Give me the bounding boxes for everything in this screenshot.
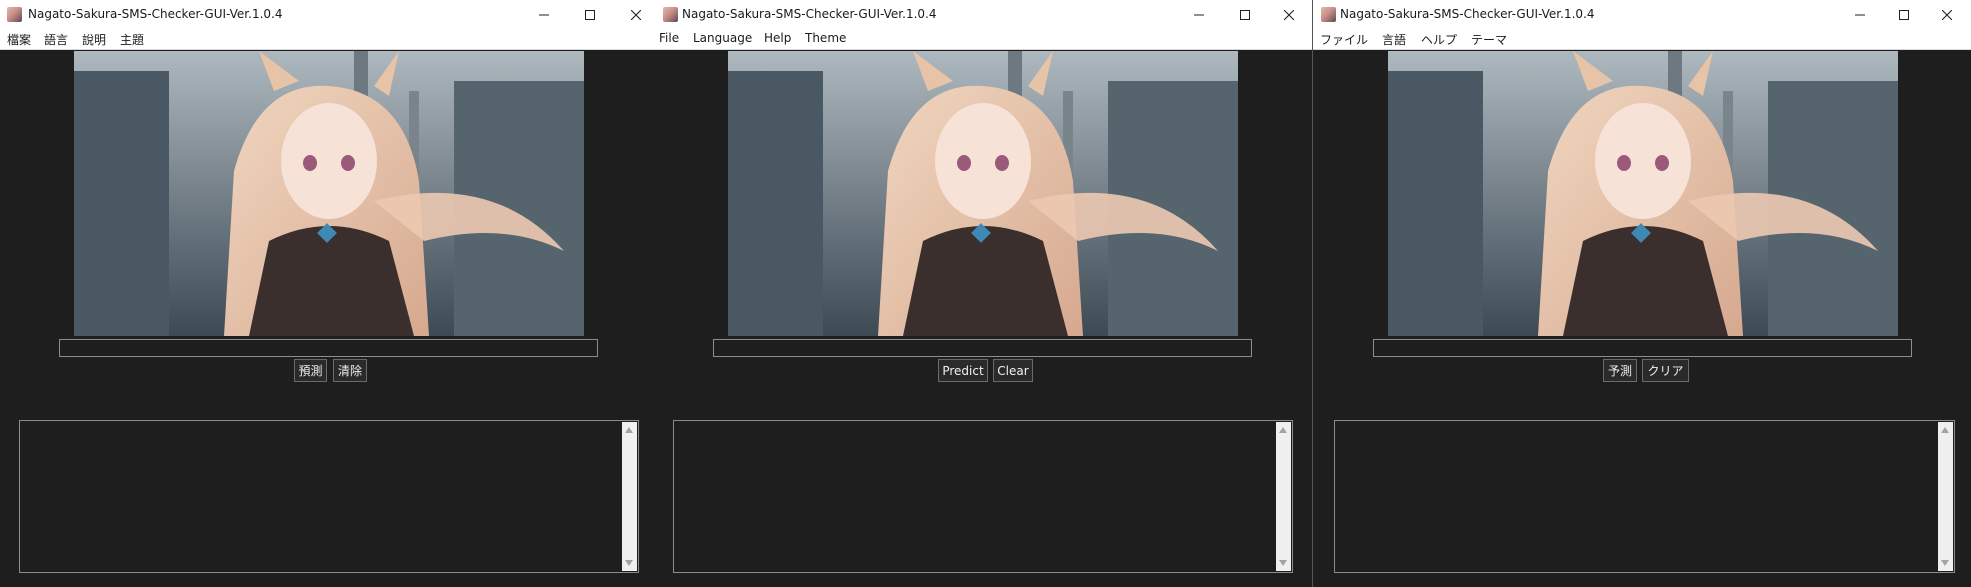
menu-help[interactable]: Help [764,31,791,45]
menu-theme[interactable]: テーマ [1471,31,1507,48]
minimize-button[interactable] [1176,0,1222,30]
clear-button[interactable]: クリア [1642,359,1689,382]
title-bar[interactable]: Nagato-Sakura-SMS-Checker-GUI-Ver.1.0.4 [1313,0,1971,30]
menu-theme[interactable]: 主題 [120,31,144,48]
close-button[interactable] [1266,0,1312,30]
clear-button[interactable]: Clear [993,359,1033,382]
minimize-icon [1194,14,1204,16]
menu-file[interactable]: 檔案 [7,31,31,48]
clear-button[interactable]: 清除 [333,359,367,382]
close-button[interactable] [1924,0,1970,30]
close-button[interactable] [613,0,655,30]
character-banner-image [74,51,584,336]
app-icon [663,7,678,22]
menu-bar: File Language Help Theme [655,30,1312,50]
menu-help[interactable]: ヘルプ [1421,31,1457,48]
minimize-icon [1855,14,1865,16]
close-icon [631,10,641,20]
window-title: Nagato-Sakura-SMS-Checker-GUI-Ver.1.0.4 [1340,7,1595,21]
scroll-up-icon[interactable] [1279,427,1287,433]
sms-input-field[interactable] [1373,339,1912,357]
character-banner-image [728,51,1238,336]
vertical-scrollbar[interactable] [1938,422,1953,571]
menu-language[interactable]: 語言 [44,31,68,48]
vertical-scrollbar[interactable] [1276,422,1291,571]
menu-language[interactable]: 言語 [1382,31,1406,48]
window-title: Nagato-Sakura-SMS-Checker-GUI-Ver.1.0.4 [28,7,283,21]
scroll-down-icon[interactable] [1941,560,1949,566]
vertical-scrollbar[interactable] [622,422,637,571]
title-bar[interactable]: Nagato-Sakura-SMS-Checker-GUI-Ver.1.0.4 [655,0,1312,30]
result-textarea[interactable] [673,420,1293,573]
window-title: Nagato-Sakura-SMS-Checker-GUI-Ver.1.0.4 [682,7,937,21]
maximize-button[interactable] [567,0,613,30]
scroll-up-icon[interactable] [625,427,633,433]
scroll-up-icon[interactable] [1941,427,1949,433]
maximize-button[interactable] [1222,0,1268,30]
sms-input-field[interactable] [59,339,598,357]
title-bar[interactable]: Nagato-Sakura-SMS-Checker-GUI-Ver.1.0.4 [0,0,655,30]
minimize-button[interactable] [1837,0,1883,30]
menu-help[interactable]: 說明 [82,31,106,48]
menu-bar: 檔案 語言 說明 主題 [0,30,655,50]
app-window-en: Nagato-Sakura-SMS-Checker-GUI-Ver.1.0.4 … [655,0,1312,587]
predict-button[interactable]: 予測 [1603,359,1637,382]
banner-illustration [728,51,1238,336]
scroll-down-icon[interactable] [1279,560,1287,566]
result-textarea[interactable] [1334,420,1955,573]
app-window-ja: Nagato-Sakura-SMS-Checker-GUI-Ver.1.0.4 … [1313,0,1971,587]
app-icon [7,7,22,22]
menu-file[interactable]: ファイル [1320,31,1368,48]
predict-button[interactable]: 預測 [294,359,327,382]
menu-file[interactable]: File [659,31,679,45]
menu-language[interactable]: Language [693,31,752,45]
maximize-icon [1899,10,1909,20]
minimize-icon [539,14,549,16]
minimize-button[interactable] [521,0,567,30]
maximize-icon [585,10,595,20]
scroll-down-icon[interactable] [625,560,633,566]
close-icon [1942,10,1952,20]
app-icon [1321,7,1336,22]
result-textarea[interactable] [19,420,639,573]
banner-illustration [74,51,584,336]
app-window-zh: Nagato-Sakura-SMS-Checker-GUI-Ver.1.0.4 … [0,0,655,587]
banner-illustration [1388,51,1898,336]
menu-bar: ファイル 言語 ヘルプ テーマ [1313,30,1971,50]
close-icon [1284,10,1294,20]
character-banner-image [1388,51,1898,336]
sms-input-field[interactable] [713,339,1252,357]
maximize-button[interactable] [1881,0,1927,30]
predict-button[interactable]: Predict [938,359,988,382]
maximize-icon [1240,10,1250,20]
menu-theme[interactable]: Theme [805,31,846,45]
